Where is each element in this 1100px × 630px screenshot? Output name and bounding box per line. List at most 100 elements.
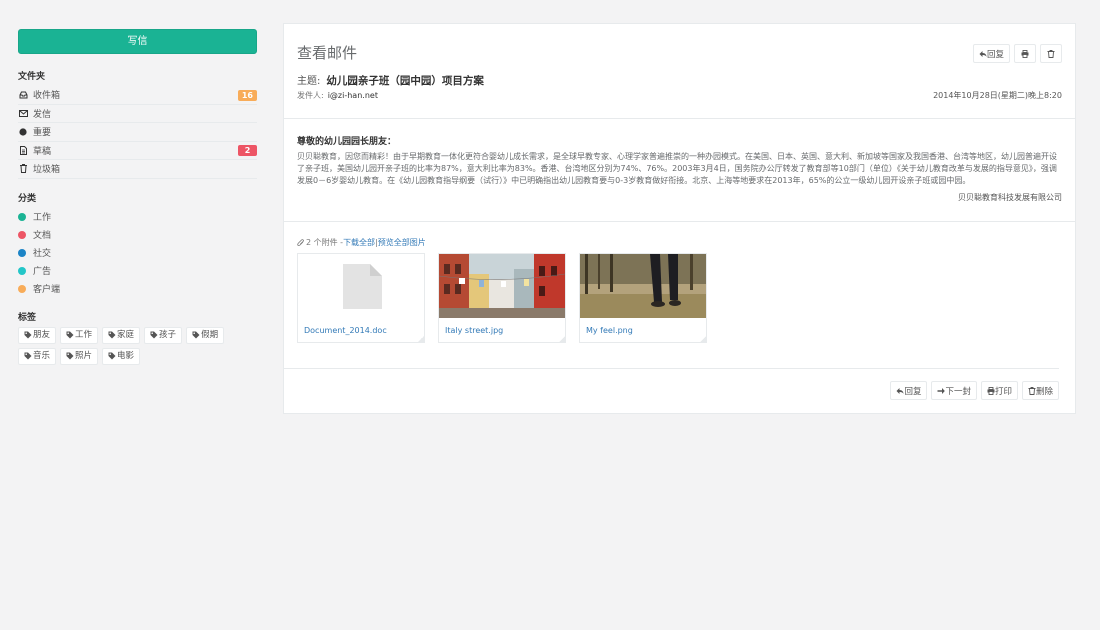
reply-label: 回复 bbox=[904, 386, 922, 397]
file-corner bbox=[559, 336, 565, 342]
tag-icon bbox=[66, 331, 74, 339]
category-social[interactable]: 社交 bbox=[18, 244, 257, 262]
category-label: 广告 bbox=[33, 267, 52, 277]
file-thumbnail bbox=[439, 254, 565, 318]
attachments-header: 2 个附件 - 下载全部 | 预览全部图片 bbox=[297, 237, 426, 248]
paperclip-icon bbox=[297, 238, 304, 246]
folder-label: 重要 bbox=[33, 128, 52, 139]
next-mail-button[interactable]: 下一封 bbox=[931, 381, 977, 400]
category-clients[interactable]: 客户端 bbox=[18, 280, 257, 298]
preview-all-images-link[interactable]: 预览全部图片 bbox=[378, 237, 426, 248]
folders-heading: 文件夹 bbox=[18, 72, 46, 82]
subject-line: 主题: 幼儿园亲子班（园中园）项目方案 bbox=[297, 72, 484, 88]
category-dot bbox=[18, 230, 26, 239]
attachment-name: Italy street.jpg bbox=[445, 326, 504, 335]
tag-icon bbox=[66, 352, 74, 360]
street-image bbox=[439, 254, 565, 318]
folder-label: 草稿 bbox=[33, 146, 52, 157]
compose-button[interactable]: 写信 bbox=[18, 29, 257, 54]
tag-label: 假期 bbox=[201, 329, 219, 340]
reply-label: 回复 bbox=[986, 49, 1004, 60]
arrow-right-icon bbox=[937, 387, 946, 394]
top-toolbar: 回复 bbox=[969, 44, 1062, 63]
file-corner bbox=[700, 336, 706, 342]
print-label: 打印 bbox=[994, 386, 1012, 397]
folder-label: 垃圾箱 bbox=[33, 165, 61, 176]
reply-button[interactable]: 回复 bbox=[972, 44, 1010, 63]
tag-family[interactable]: 家庭 bbox=[102, 326, 141, 344]
folder-item-trash[interactable]: 垃圾箱 bbox=[18, 160, 257, 179]
folder-item-sent[interactable]: 发信 bbox=[18, 105, 257, 123]
sender-value: i@zi-han.net bbox=[327, 91, 378, 100]
attachment-image-feet[interactable]: My feel.png bbox=[579, 253, 707, 343]
trash-icon bbox=[1047, 49, 1055, 58]
attachment-image-street[interactable]: Italy street.jpg bbox=[438, 253, 566, 343]
folder-item-drafts[interactable]: 草稿 2 bbox=[18, 142, 257, 160]
drafts-badge: 2 bbox=[238, 145, 257, 156]
file-thumbnail bbox=[580, 254, 706, 318]
mail-date: 2014年10月28日(星期二)晚上8:20 bbox=[933, 91, 1062, 100]
document-icon bbox=[343, 264, 382, 309]
mail-signature: 贝贝聪教育科技发展有限公司 bbox=[958, 193, 1062, 202]
category-work[interactable]: 工作 bbox=[18, 208, 257, 226]
page-title: 查看邮件 bbox=[297, 44, 358, 62]
divider bbox=[284, 118, 1075, 119]
print-button[interactable] bbox=[1014, 44, 1036, 63]
trash-icon bbox=[1028, 386, 1036, 395]
category-ads[interactable]: 广告 bbox=[18, 262, 257, 280]
category-label: 社交 bbox=[33, 249, 52, 259]
sender-label: 发件人: bbox=[297, 91, 324, 100]
tag-friends[interactable]: 朋友 bbox=[18, 326, 57, 344]
tag-work[interactable]: 工作 bbox=[60, 326, 99, 344]
subject-value: 幼儿园亲子班（园中园）项目方案 bbox=[326, 75, 484, 87]
bottom-reply-button[interactable]: 回复 bbox=[890, 381, 928, 400]
attachment-doc[interactable]: Document_2014.doc bbox=[297, 253, 425, 343]
tag-holiday[interactable]: 假期 bbox=[186, 326, 225, 344]
tag-label: 家庭 bbox=[117, 329, 135, 340]
folder-item-inbox[interactable]: 收件箱 16 bbox=[18, 86, 257, 105]
trash-icon bbox=[18, 164, 28, 174]
inbox-icon bbox=[18, 90, 28, 100]
tag-label: 音乐 bbox=[33, 350, 51, 361]
unread-badge: 16 bbox=[237, 89, 257, 101]
file-thumbnail bbox=[298, 254, 424, 318]
mail-greeting: 尊敬的幼儿园园长朋友： bbox=[297, 137, 397, 147]
delete-button[interactable] bbox=[1040, 44, 1062, 63]
tags-heading: 标签 bbox=[18, 312, 37, 323]
bottom-toolbar: 回复 下一封 打印 删除 bbox=[886, 381, 1059, 400]
bottom-delete-button[interactable]: 删除 bbox=[1021, 381, 1059, 400]
tag-music[interactable]: 音乐 bbox=[18, 347, 57, 365]
divider bbox=[284, 221, 1075, 222]
tag-photos[interactable]: 照片 bbox=[60, 347, 99, 365]
bottom-print-button[interactable]: 打印 bbox=[980, 381, 1018, 400]
tag-label: 照片 bbox=[75, 350, 93, 361]
folder-item-important[interactable]: 重要 bbox=[18, 123, 257, 142]
file-text-icon bbox=[18, 145, 28, 155]
categories-heading: 分类 bbox=[18, 193, 37, 204]
attachment-name: My feel.png bbox=[586, 326, 633, 335]
print-icon bbox=[987, 386, 995, 395]
category-dot bbox=[18, 248, 26, 257]
tag-label: 工作 bbox=[75, 329, 93, 340]
category-dot bbox=[18, 212, 26, 221]
envelope-icon bbox=[18, 108, 28, 118]
tag-icon bbox=[150, 331, 158, 339]
category-label: 工作 bbox=[33, 213, 52, 223]
category-list: 工作 文档 社交 广告 客户端 bbox=[18, 208, 257, 298]
tag-icon bbox=[24, 352, 32, 360]
tag-label: 电影 bbox=[117, 350, 135, 361]
category-dot bbox=[18, 284, 26, 293]
category-documents[interactable]: 文档 bbox=[18, 226, 257, 244]
feet-image bbox=[580, 254, 706, 318]
tag-movies[interactable]: 电影 bbox=[102, 347, 141, 365]
file-corner bbox=[418, 336, 424, 342]
folder-list: 收件箱 16 发信 重要 草稿 2 垃圾箱 bbox=[18, 86, 257, 179]
download-all-link[interactable]: 下载全部 bbox=[343, 237, 375, 248]
attachments-count: 2 个附件 - bbox=[306, 238, 344, 247]
attachment-name: Document_2014.doc bbox=[304, 326, 387, 335]
tag-icon bbox=[108, 352, 116, 360]
tag-kids[interactable]: 孩子 bbox=[144, 326, 183, 344]
tag-icon bbox=[24, 331, 32, 339]
divider bbox=[284, 368, 1059, 369]
category-label: 文档 bbox=[33, 231, 52, 241]
